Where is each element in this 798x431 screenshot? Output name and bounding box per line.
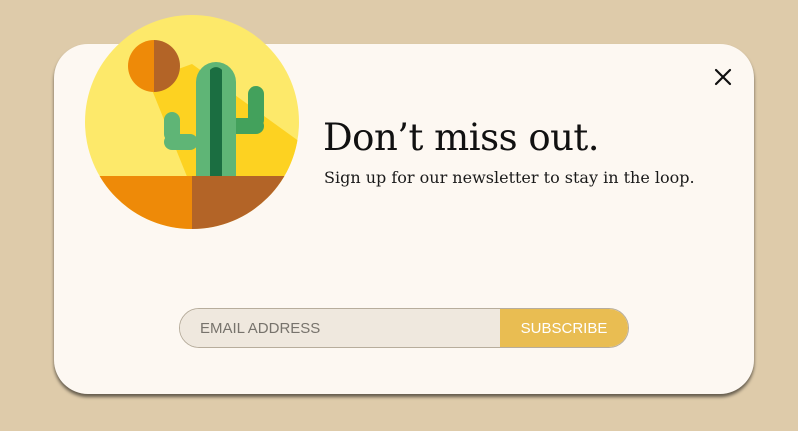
subscribe-button[interactable]: SUBSCRIBE <box>500 309 628 347</box>
cactus-illustration <box>85 15 299 229</box>
close-icon[interactable] <box>709 64 737 92</box>
modal-subline: Sign up for our newsletter to stay in th… <box>324 168 695 187</box>
newsletter-form: SUBSCRIBE <box>179 308 629 348</box>
modal-headline: Don’t miss out. <box>323 116 600 159</box>
email-field[interactable] <box>180 309 500 347</box>
